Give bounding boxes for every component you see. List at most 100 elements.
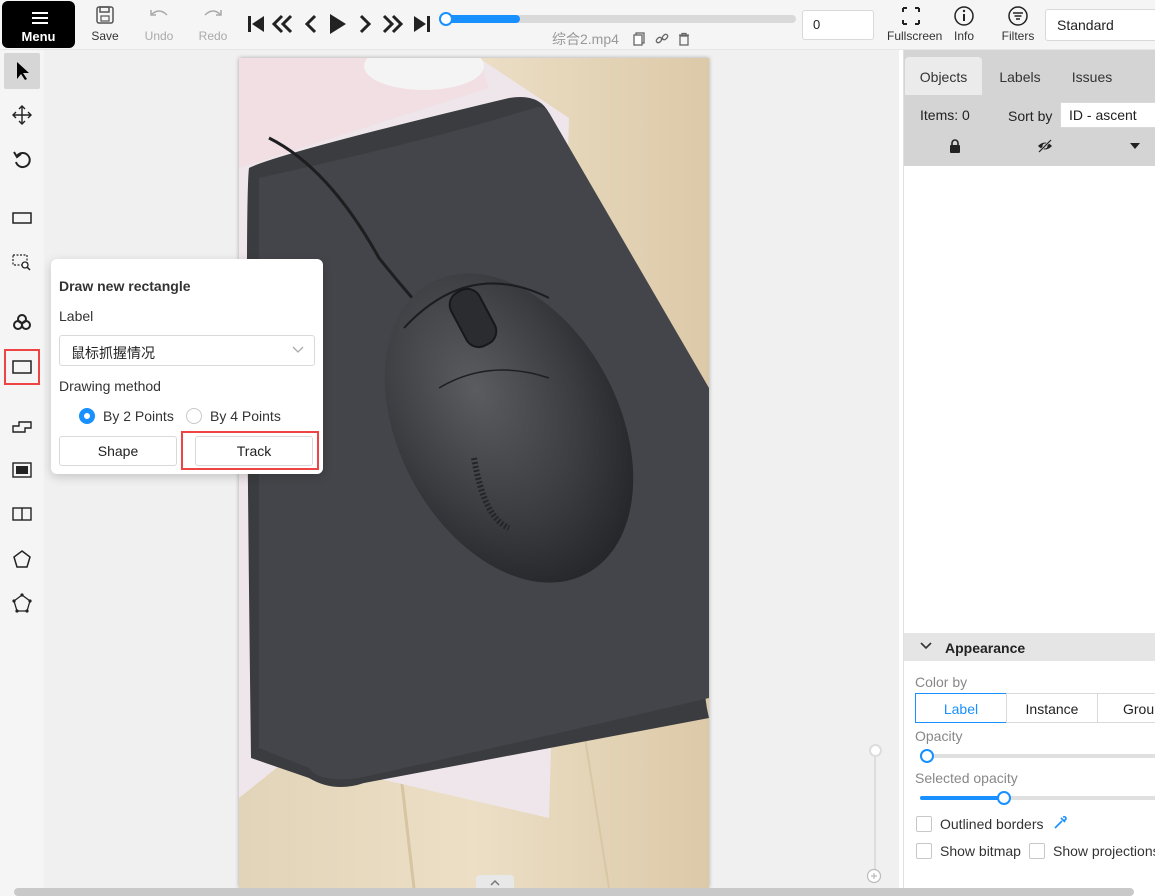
label-select-value: 鼠标抓握情况	[71, 345, 155, 361]
last-frame-icon[interactable]	[408, 10, 434, 38]
selected-opacity-slider[interactable]	[920, 791, 1155, 805]
redo-button[interactable]: Redo	[191, 5, 235, 45]
selected-opacity-handle[interactable]	[997, 791, 1011, 805]
polyline-icon	[12, 462, 32, 478]
ai-tools[interactable]	[4, 304, 40, 340]
undo-icon	[150, 10, 168, 16]
drawing-method-caption: Drawing method	[59, 378, 161, 394]
zoom-slider-handle[interactable]	[869, 744, 882, 757]
top-toolbar: Menu Save Undo Redo 综合2.mp4 0 Fullscreen…	[0, 0, 1155, 50]
info-icon	[954, 6, 974, 26]
save-button[interactable]: Save	[83, 5, 127, 45]
fit-image-tool[interactable]	[4, 200, 40, 236]
link-icon[interactable]	[655, 32, 669, 46]
play-icon[interactable]	[324, 10, 350, 38]
filters-button[interactable]: Filters	[996, 5, 1040, 45]
timeline-progress	[442, 15, 520, 23]
fast-backward-icon[interactable]	[270, 10, 296, 38]
rectangle-icon	[12, 360, 32, 374]
filename: 综合2.mp4	[552, 31, 619, 47]
draw-points-tool[interactable]	[4, 541, 40, 577]
eye-invisible-icon[interactable]	[1037, 138, 1053, 154]
fullscreen-button[interactable]: Fullscreen	[887, 5, 942, 45]
player-controls	[244, 10, 434, 38]
timeline-slider[interactable]	[439, 12, 796, 26]
pentagon-icon	[13, 550, 31, 568]
checkbox-box	[1029, 843, 1045, 859]
tab-issues[interactable]: Issues	[1060, 57, 1124, 95]
hamburger-icon	[32, 12, 48, 24]
menu-label: Menu	[21, 29, 56, 44]
selected-opacity-label: Selected opacity	[915, 770, 1018, 786]
filter-icon	[1008, 6, 1028, 26]
zoom-in-icon[interactable]	[866, 868, 882, 884]
horizontal-scrollbar[interactable]	[14, 888, 1134, 896]
color-by-instance-option[interactable]: Instance	[1006, 693, 1098, 723]
checkbox-box	[916, 816, 932, 832]
caret-down-icon[interactable]	[1127, 138, 1143, 154]
opacity-slider[interactable]	[920, 749, 1155, 763]
zoom-region-icon	[12, 254, 31, 271]
fullscreen-icon	[902, 7, 920, 25]
first-frame-icon[interactable]	[244, 10, 270, 38]
rotate-tool[interactable]	[4, 142, 40, 178]
timeline-handle[interactable]	[439, 12, 453, 26]
draw-rectangle-popover: Draw new rectangle Label 鼠标抓握情况 Drawing …	[51, 259, 323, 474]
radio-dot	[186, 408, 202, 424]
shape-button[interactable]: Shape	[59, 436, 177, 466]
label-caption: Label	[59, 308, 94, 324]
ai-icon	[13, 314, 31, 330]
zoom-region-tool[interactable]	[4, 244, 40, 280]
draw-polyline-tool[interactable]	[4, 452, 40, 488]
chevron-down-icon	[920, 642, 932, 650]
polygon-icon	[12, 421, 32, 433]
sidebar-header: Objects Labels Issues Items: 0 Sort by I…	[904, 50, 1155, 166]
color-by-label: Color by	[915, 674, 968, 690]
move-tool[interactable]	[4, 97, 40, 133]
color-by-group-option[interactable]: Group	[1097, 693, 1155, 723]
checkbox-box	[916, 843, 932, 859]
cuboid-icon	[12, 507, 32, 521]
chevron-down-icon	[292, 346, 304, 353]
save-icon	[96, 6, 114, 24]
draw-rectangle-tool[interactable]	[4, 349, 40, 385]
objects-sidebar: Objects Labels Issues Items: 0 Sort by I…	[903, 50, 1155, 896]
cursor-tool[interactable]	[4, 53, 40, 89]
redo-icon	[204, 10, 222, 16]
pentagon-dots-icon	[12, 593, 32, 613]
tab-objects[interactable]: Objects	[905, 57, 982, 95]
fit-icon	[12, 212, 32, 224]
undo-button[interactable]: Undo	[137, 5, 181, 45]
draw-ellipse-tool[interactable]	[4, 585, 40, 621]
sort-select[interactable]: ID - ascent	[1060, 102, 1155, 128]
items-count: Items: 0	[920, 107, 970, 123]
appearance-header[interactable]: Appearance	[904, 633, 1155, 661]
previous-frame-icon[interactable]	[298, 10, 324, 38]
fast-forward-icon[interactable]	[379, 10, 405, 38]
track-button-highlight	[181, 431, 319, 470]
cursor-icon	[17, 62, 29, 80]
color-by-label-option[interactable]: Label	[915, 693, 1007, 723]
move-icon	[12, 105, 32, 125]
sort-by-label: Sort by	[1008, 108, 1053, 124]
opacity-handle[interactable]	[920, 749, 935, 763]
copy-icon[interactable]	[633, 32, 647, 46]
frame-number-input[interactable]: 0	[802, 10, 874, 40]
draw-polygon-tool[interactable]	[4, 408, 40, 444]
color-picker-icon[interactable]	[1052, 815, 1068, 831]
zoom-slider-track[interactable]	[874, 750, 876, 870]
tab-labels[interactable]: Labels	[988, 57, 1052, 95]
label-select[interactable]: 鼠标抓握情况	[59, 335, 315, 366]
controls-sidebar	[0, 50, 44, 896]
info-button[interactable]: Info	[942, 5, 986, 45]
draw-cuboid-tool[interactable]	[4, 496, 40, 532]
rotate-icon	[13, 151, 31, 169]
next-frame-icon[interactable]	[352, 10, 378, 38]
selected-opacity-fill	[920, 796, 1004, 800]
radio-dot	[79, 408, 95, 424]
opacity-label: Opacity	[915, 728, 963, 744]
workspace-select[interactable]: Standard	[1045, 9, 1155, 41]
trash-icon[interactable]	[677, 32, 691, 46]
lock-icon[interactable]	[947, 138, 963, 154]
menu-button[interactable]: Menu	[2, 1, 75, 48]
